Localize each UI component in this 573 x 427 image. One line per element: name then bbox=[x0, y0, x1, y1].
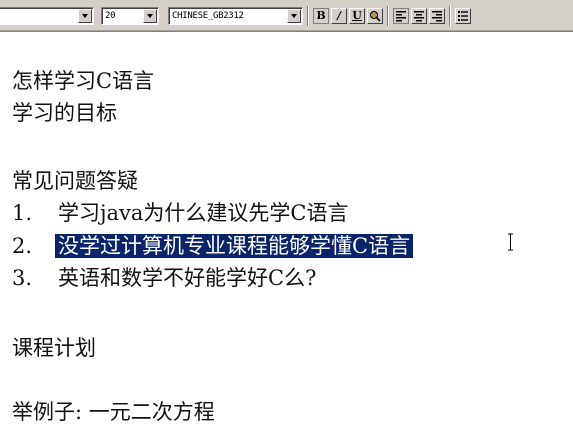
font-name-dropdown-arrow-icon[interactable] bbox=[78, 9, 92, 23]
charset-dropdown-arrow-icon[interactable] bbox=[287, 9, 301, 23]
toolbar-separator bbox=[307, 6, 309, 26]
align-left-button[interactable] bbox=[393, 8, 409, 24]
bullet-list-icon bbox=[458, 11, 468, 21]
faq-item-text: 学习java为什么建议先学C语言 bbox=[58, 201, 349, 225]
align-right-icon bbox=[432, 11, 442, 22]
doc-line-faq-heading: 常见问题答疑 bbox=[12, 169, 138, 193]
doc-line-goal: 学习的目标 bbox=[12, 101, 117, 125]
doc-line-plan: 课程计划 bbox=[12, 336, 96, 360]
faq-item-number: 3. bbox=[12, 266, 33, 290]
align-left-icon bbox=[396, 11, 406, 22]
faq-item-text: 英语和数学不好能学好C么? bbox=[58, 266, 317, 290]
screen: 20 CHINESE_GB2312 B / U 怎样学习C语言 学习的目标 常见… bbox=[0, 0, 573, 427]
align-center-button[interactable] bbox=[411, 8, 427, 24]
align-right-button[interactable] bbox=[429, 8, 445, 24]
italic-button[interactable]: / bbox=[331, 8, 347, 24]
charset-dropdown[interactable]: CHINESE_GB2312 bbox=[168, 7, 303, 25]
font-name-dropdown[interactable] bbox=[0, 7, 94, 25]
bold-button[interactable]: B bbox=[313, 8, 329, 24]
toolbar-separator bbox=[449, 6, 451, 26]
font-size-dropdown[interactable]: 20 bbox=[101, 7, 159, 25]
color-icon bbox=[369, 10, 381, 22]
bold-button-label: B bbox=[316, 9, 326, 22]
faq-item: 3. 英语和数学不好能学好C么? bbox=[12, 265, 316, 291]
format-toolbar: 20 CHINESE_GB2312 B / U bbox=[0, 0, 573, 32]
selected-text[interactable]: 没学过计算机专业课程能够学懂C语言 bbox=[55, 234, 414, 258]
align-center-icon bbox=[414, 11, 424, 22]
underline-button[interactable]: U bbox=[349, 8, 365, 24]
italic-button-label: / bbox=[336, 9, 342, 22]
underline-button-label: U bbox=[352, 9, 362, 22]
document-area[interactable]: 怎样学习C语言 学习的目标 常见问题答疑 1. 学习java为什么建议先学C语言 … bbox=[0, 32, 573, 427]
faq-item: 2. 没学过计算机专业课程能够学懂C语言 bbox=[12, 233, 414, 259]
font-size-dropdown-arrow-icon[interactable] bbox=[143, 9, 157, 23]
font-size-value: 20 bbox=[105, 11, 116, 21]
charset-value: CHINESE_GB2312 bbox=[172, 11, 244, 21]
font-color-button[interactable] bbox=[367, 8, 383, 24]
ibeam-cursor-icon bbox=[508, 233, 513, 251]
faq-item: 1. 学习java为什么建议先学C语言 bbox=[12, 200, 348, 226]
toolbar-separator bbox=[387, 6, 389, 26]
doc-line-example: 举例子: 一元二次方程 bbox=[12, 400, 215, 424]
faq-item-number: 1. bbox=[12, 201, 33, 225]
faq-item-number: 2. bbox=[12, 234, 33, 258]
bullet-list-button[interactable] bbox=[455, 8, 471, 24]
doc-line-title: 怎样学习C语言 bbox=[12, 69, 155, 93]
